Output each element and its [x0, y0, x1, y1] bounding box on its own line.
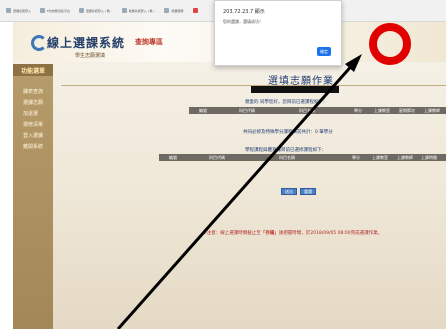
annotation-layer: [116, 23, 411, 329]
pointer-arrow: [116, 61, 357, 329]
highlight-circle: [369, 23, 411, 65]
